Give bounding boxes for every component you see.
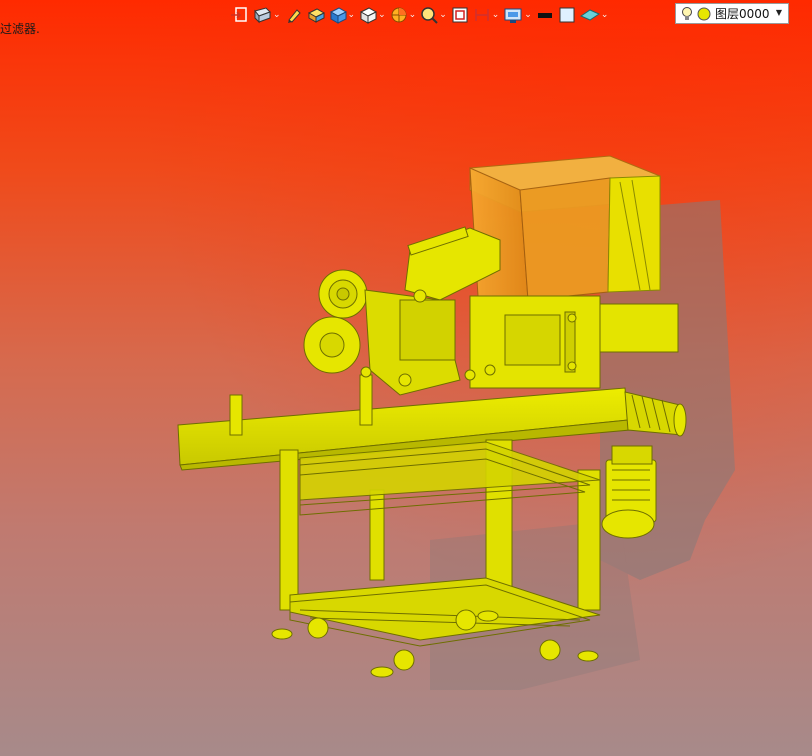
shaded-edges-button[interactable]	[307, 4, 325, 26]
hopper	[469, 155, 661, 301]
exit-sketch-button[interactable]	[230, 4, 248, 26]
dropdown-arrow-icon[interactable]: ▼	[776, 8, 782, 17]
layer-dropdown[interactable]: 图层0000 ▼	[675, 3, 789, 24]
layer-color-icon[interactable]	[697, 7, 711, 21]
chevron-down-icon: ⌄	[378, 9, 386, 20]
view-toolbar: ⌄ ⌄ ⌄ ⌄ ⌄ ⌄ ⌄ ⌄	[230, 3, 612, 27]
measure-icon	[474, 9, 489, 21]
display-style-icon	[329, 7, 347, 24]
display-style-button[interactable]: ⌄	[329, 4, 356, 26]
plane-button[interactable]: ⌄	[579, 4, 609, 26]
chevron-down-icon: ⌄	[600, 9, 609, 20]
measure-button[interactable]: ⌄	[473, 4, 500, 26]
zoom-fit-button[interactable]	[451, 4, 469, 26]
view-orientation-icon	[254, 7, 271, 24]
cad-model-canvas[interactable]	[0, 0, 812, 756]
section-view-button[interactable]: ⌄	[390, 4, 417, 26]
plane-icon	[579, 9, 600, 21]
zoom-button[interactable]: ⌄	[420, 4, 447, 26]
view-orientation-button[interactable]: ⌄	[252, 4, 281, 26]
chevron-down-icon: ⌄	[524, 9, 532, 20]
fill-color-icon	[559, 7, 575, 23]
render-settings-button[interactable]: ⌄	[503, 4, 532, 26]
chevron-down-icon: ⌄	[347, 9, 356, 20]
line-color-button[interactable]	[536, 4, 554, 26]
fill-color-button[interactable]	[558, 4, 576, 26]
pencil-icon	[287, 9, 301, 23]
layer-name: 图层0000	[715, 7, 770, 21]
chevron-down-icon: ⌄	[491, 9, 500, 20]
shaded-edges-icon	[307, 8, 325, 23]
render-settings-icon	[504, 8, 522, 23]
pencil-button[interactable]	[285, 4, 303, 26]
motor	[601, 445, 657, 539]
line-color-icon	[537, 13, 552, 18]
cube-view-button[interactable]: ⌄	[359, 4, 386, 26]
exit-sketch-icon	[231, 7, 247, 22]
zoom-icon	[421, 7, 438, 24]
chevron-down-icon: ⌄	[408, 9, 417, 20]
cube-view-icon	[360, 7, 378, 24]
section-view-icon	[391, 7, 407, 23]
zoom-fit-icon	[452, 7, 468, 23]
chevron-down-icon: ⌄	[273, 9, 281, 20]
3d-viewport[interactable]: 过滤器. ⌄ ⌄ ⌄ ⌄ ⌄ ⌄ ⌄ ⌄ 图层0000 ▼	[0, 0, 812, 756]
lightbulb-icon[interactable]	[681, 6, 693, 22]
chevron-down-icon: ⌄	[439, 9, 447, 20]
